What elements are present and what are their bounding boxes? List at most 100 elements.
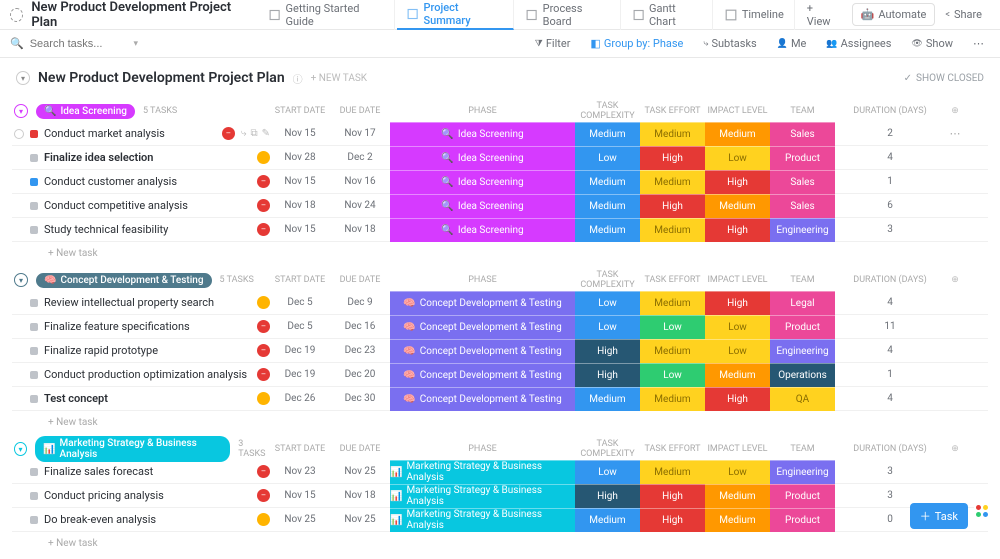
- start-date-cell[interactable]: Dec 19: [270, 369, 330, 380]
- new-task-inline[interactable]: + New task: [12, 411, 988, 428]
- status-square[interactable]: [30, 202, 38, 210]
- task-row[interactable]: Test concept Dec 26 Dec 30 🧠Concept Deve…: [12, 387, 988, 411]
- col-effort[interactable]: TASK EFFORT: [640, 275, 705, 285]
- priority-badge[interactable]: –: [257, 175, 270, 188]
- col-effort[interactable]: TASK EFFORT: [640, 106, 705, 116]
- effort-cell[interactable]: Low: [640, 315, 705, 339]
- team-cell[interactable]: Sales: [770, 170, 835, 194]
- priority-badge[interactable]: –: [257, 223, 270, 236]
- priority-badge[interactable]: [257, 296, 270, 309]
- edit-action-icon[interactable]: ✎: [262, 128, 270, 139]
- duration-cell[interactable]: 11: [835, 321, 945, 332]
- due-date-cell[interactable]: Dec 16: [330, 321, 390, 332]
- phase-cell[interactable]: 🧠Concept Development & Testing: [390, 387, 575, 411]
- task-row[interactable]: Finalize feature specifications – Dec 5 …: [12, 315, 988, 339]
- status-square[interactable]: [30, 154, 38, 162]
- status-square[interactable]: [30, 516, 38, 524]
- search-input[interactable]: [30, 38, 110, 50]
- due-date-cell[interactable]: Nov 25: [330, 466, 390, 477]
- col-complexity[interactable]: TASK COMPLEXITY: [575, 439, 640, 459]
- col-due-date[interactable]: DUE DATE: [330, 106, 390, 116]
- task-checkbox[interactable]: [14, 129, 24, 139]
- task-row[interactable]: Finalize sales forecast – Nov 23 Nov 25 …: [12, 460, 988, 484]
- col-due-date[interactable]: DUE DATE: [330, 444, 390, 454]
- complexity-cell[interactable]: Medium: [575, 387, 640, 411]
- due-date-cell[interactable]: Dec 20: [330, 369, 390, 380]
- impact-cell[interactable]: Low: [705, 339, 770, 363]
- subtask-action-icon[interactable]: ⤷: [241, 128, 247, 139]
- team-cell[interactable]: QA: [770, 387, 835, 411]
- effort-cell[interactable]: Medium: [640, 170, 705, 194]
- group-badge[interactable]: 🔍Idea Screening: [36, 104, 135, 119]
- complexity-cell[interactable]: Medium: [575, 508, 640, 532]
- col-phase[interactable]: PHASE: [390, 275, 575, 285]
- phase-cell[interactable]: 🧠Concept Development & Testing: [390, 315, 575, 339]
- duration-cell[interactable]: 6: [835, 200, 945, 211]
- status-square[interactable]: [30, 468, 38, 476]
- row-more-button[interactable]: ⋯: [945, 127, 965, 140]
- task-name[interactable]: Finalize idea selection: [44, 151, 251, 164]
- col-duration[interactable]: DURATION (DAYS): [835, 444, 945, 454]
- effort-cell[interactable]: Medium: [640, 339, 705, 363]
- add-column-button[interactable]: ⊕: [945, 106, 965, 116]
- group-by-button[interactable]: ◧Group by: Phase: [584, 35, 689, 52]
- add-view-button[interactable]: + View: [797, 0, 848, 30]
- phase-cell[interactable]: 🔍Idea Screening: [390, 194, 575, 218]
- team-cell[interactable]: Engineering: [770, 218, 835, 242]
- col-team[interactable]: TEAM: [770, 106, 835, 116]
- priority-badge[interactable]: [257, 151, 270, 164]
- team-cell[interactable]: Engineering: [770, 460, 835, 484]
- link-action-icon[interactable]: ⧉: [250, 128, 257, 139]
- impact-cell[interactable]: High: [705, 218, 770, 242]
- impact-cell[interactable]: High: [705, 387, 770, 411]
- status-square[interactable]: [30, 299, 38, 307]
- complexity-cell[interactable]: High: [575, 339, 640, 363]
- status-square[interactable]: [30, 178, 38, 186]
- task-row[interactable]: Study technical feasibility – Nov 15 Nov…: [12, 218, 988, 242]
- team-cell[interactable]: Operations: [770, 363, 835, 387]
- duration-cell[interactable]: 1: [835, 176, 945, 187]
- priority-badge[interactable]: –: [257, 465, 270, 478]
- complexity-cell[interactable]: Medium: [575, 218, 640, 242]
- group-badge[interactable]: 🧠Concept Development & Testing: [36, 273, 212, 288]
- impact-cell[interactable]: Medium: [705, 484, 770, 508]
- col-duration[interactable]: DURATION (DAYS): [835, 275, 945, 285]
- priority-badge[interactable]: –: [257, 368, 270, 381]
- collapse-group-button[interactable]: ▾: [14, 104, 28, 118]
- task-row[interactable]: Review intellectual property search Dec …: [12, 291, 988, 315]
- assignees-button[interactable]: 👥Assignees: [820, 35, 897, 52]
- impact-cell[interactable]: Low: [705, 315, 770, 339]
- duration-cell[interactable]: 4: [835, 393, 945, 404]
- col-duration[interactable]: DURATION (DAYS): [835, 106, 945, 116]
- start-date-cell[interactable]: Dec 19: [270, 345, 330, 356]
- col-impact[interactable]: IMPACT LEVEL: [705, 106, 770, 116]
- priority-badge[interactable]: –: [257, 489, 270, 502]
- complexity-cell[interactable]: High: [575, 484, 640, 508]
- task-name[interactable]: Finalize rapid prototype: [44, 344, 251, 357]
- effort-cell[interactable]: Medium: [640, 291, 705, 315]
- due-date-cell[interactable]: Dec 2: [330, 152, 390, 163]
- impact-cell[interactable]: Low: [705, 146, 770, 170]
- fab-apps-button[interactable]: [974, 503, 990, 519]
- task-name[interactable]: Conduct pricing analysis: [44, 489, 251, 502]
- phase-cell[interactable]: 📊Marketing Strategy & Business Analysis: [390, 460, 575, 484]
- col-team[interactable]: TEAM: [770, 444, 835, 454]
- share-button[interactable]: < Share: [937, 4, 990, 25]
- task-row[interactable]: Conduct pricing analysis – Nov 15 Nov 18…: [12, 484, 988, 508]
- start-date-cell[interactable]: Nov 28: [270, 152, 330, 163]
- due-date-cell[interactable]: Dec 9: [330, 297, 390, 308]
- task-name[interactable]: Conduct production optimization analysis: [44, 368, 251, 381]
- task-name[interactable]: Finalize sales forecast: [44, 465, 251, 478]
- show-closed-button[interactable]: ✓SHOW CLOSED: [904, 73, 984, 84]
- status-square[interactable]: [30, 323, 38, 331]
- duration-cell[interactable]: 4: [835, 345, 945, 356]
- tab-gantt-chart[interactable]: Gantt Chart: [623, 0, 713, 30]
- col-complexity[interactable]: TASK COMPLEXITY: [575, 101, 640, 121]
- duration-cell[interactable]: 3: [835, 466, 945, 477]
- complexity-cell[interactable]: Low: [575, 146, 640, 170]
- col-due-date[interactable]: DUE DATE: [330, 275, 390, 285]
- col-start-date[interactable]: START DATE: [270, 275, 330, 285]
- due-date-cell[interactable]: Nov 24: [330, 200, 390, 211]
- col-team[interactable]: TEAM: [770, 275, 835, 285]
- phase-cell[interactable]: 🧠Concept Development & Testing: [390, 363, 575, 387]
